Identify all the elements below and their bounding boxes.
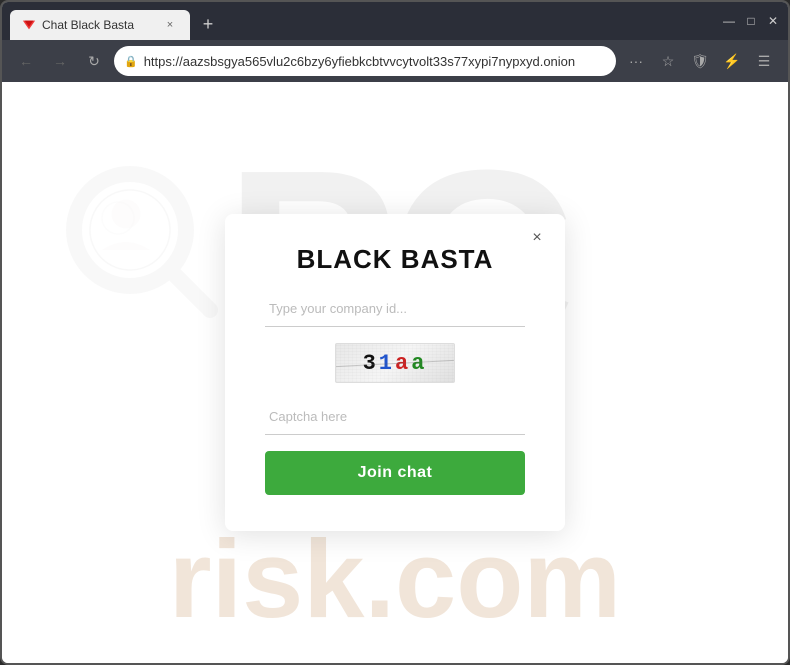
window-controls: — □ ✕ (722, 14, 780, 28)
window-close-button[interactable]: ✕ (766, 14, 780, 28)
forward-button[interactable]: → (46, 47, 74, 75)
browser-window: Chat Black Basta × + — □ ✕ ← → ↻ 🔒 https… (0, 0, 790, 665)
back-button[interactable]: ← (12, 47, 40, 75)
watermark-magnifier-icon (62, 162, 222, 322)
company-id-input[interactable] (265, 291, 525, 327)
nav-bar: ← → ↻ 🔒 https://aazsbsgya565vlu2c6bzy6yf… (2, 40, 788, 82)
tab-area: Chat Black Basta × + (10, 2, 714, 40)
minimize-button[interactable]: — (722, 14, 736, 28)
captcha-image: 31aa (335, 343, 455, 383)
reload-button[interactable]: ↻ (80, 47, 108, 75)
join-chat-button[interactable]: Join chat (265, 451, 525, 495)
nav-actions: ··· ☆ 🛡 ⚡ ☰ (622, 47, 778, 75)
watermark-risk-text: risk.com (169, 516, 621, 643)
tab-title: Chat Black Basta (42, 18, 156, 32)
modal-title: BLACK BASTA (297, 244, 494, 275)
shield-button[interactable]: 🛡 (686, 47, 714, 75)
more-button[interactable]: ··· (622, 47, 650, 75)
title-bar: Chat Black Basta × + — □ ✕ (2, 2, 788, 40)
active-tab[interactable]: Chat Black Basta × (10, 10, 190, 40)
modal-card: × BLACK BASTA 31aa Join chat (225, 214, 565, 531)
captcha-input[interactable] (265, 399, 525, 435)
maximize-button[interactable]: □ (744, 14, 758, 28)
address-bar[interactable]: 🔒 https://aazsbsgya565vlu2c6bzy6yfiebkcb… (114, 46, 616, 76)
menu-button[interactable]: ☰ (750, 47, 778, 75)
lock-icon: 🔒 (124, 55, 138, 68)
tab-favicon (22, 18, 36, 32)
new-tab-button[interactable]: + (194, 10, 222, 38)
url-text: https://aazsbsgya565vlu2c6bzy6yfiebkcbtv… (144, 54, 606, 69)
bookmark-button[interactable]: ☆ (654, 47, 682, 75)
page-content: PC risk.com × BLACK BASTA 31aa Join chat (2, 82, 788, 663)
modal-close-button[interactable]: × (525, 226, 549, 250)
tab-close-button[interactable]: × (162, 17, 178, 33)
extension-button[interactable]: ⚡ (718, 47, 746, 75)
